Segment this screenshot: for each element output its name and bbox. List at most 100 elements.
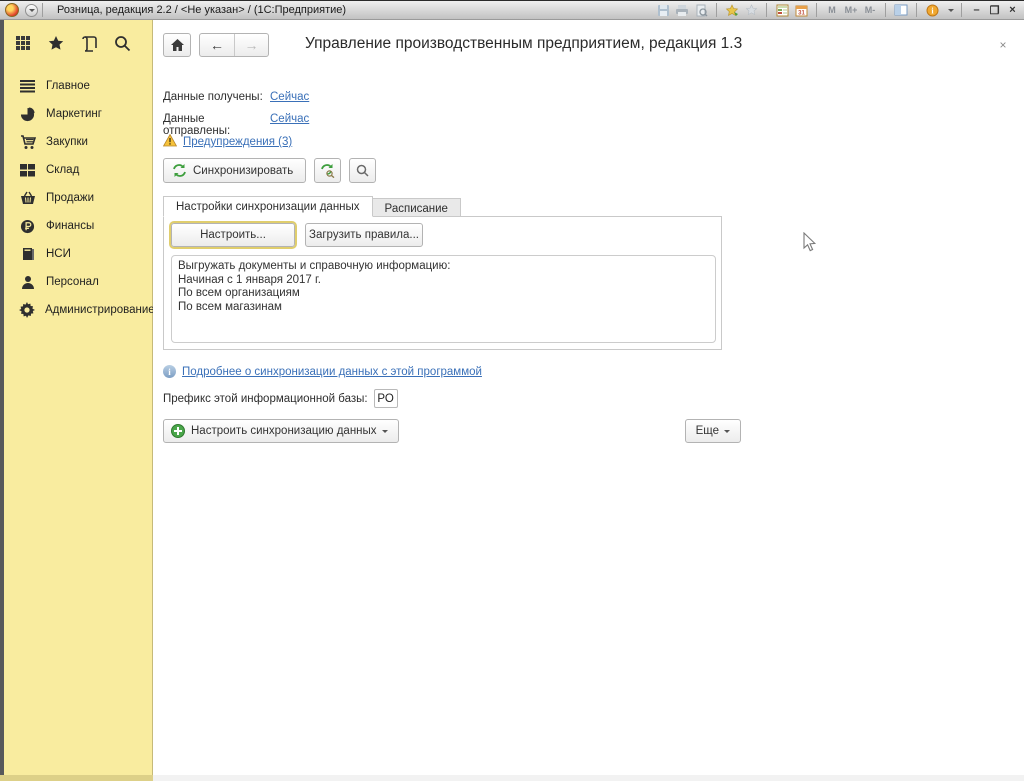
system-menu-dropdown[interactable]: [25, 4, 38, 17]
pie-chart-icon: [19, 106, 36, 123]
history-nav: ← →: [199, 33, 269, 57]
sidebar-item-label: Продажи: [46, 192, 94, 204]
split-window-icon[interactable]: [893, 3, 909, 18]
sidebar-item-label: Главное: [46, 80, 90, 92]
sidebar-item-personal[interactable]: Персонал: [4, 268, 152, 296]
sidebar-item-label: Закупки: [46, 136, 88, 148]
sidebar-item-label: Администрирование: [45, 304, 155, 316]
history-icon[interactable]: [80, 34, 98, 52]
sync-with-review-button[interactable]: [314, 158, 341, 183]
sync-settings-description: Выгружать документы и справочную информа…: [171, 255, 716, 343]
window-title: Розница, редакция 2.2 / <Не указан> / (1…: [57, 4, 346, 16]
sidebar-item-nsi[interactable]: НСИ: [4, 240, 152, 268]
warnings-row: Предупреждения (3): [163, 134, 292, 150]
info-circle-icon: i: [163, 365, 176, 378]
sidebar-menu: Главное Маркетинг Закупки Склад: [4, 64, 152, 324]
data-received-link[interactable]: Сейчас: [270, 91, 309, 103]
sync-details-link[interactable]: Подробнее о синхронизации данных с этой …: [182, 366, 482, 378]
memory-minus-icon[interactable]: M-: [862, 5, 878, 15]
sidebar-item-label: Персонал: [46, 276, 99, 288]
back-button[interactable]: ←: [200, 34, 234, 56]
sections-menu-icon[interactable]: [14, 34, 32, 52]
synchronize-button-label: Синхронизировать: [193, 165, 293, 177]
configure-button[interactable]: Настроить...: [171, 223, 295, 247]
window-bottom-edge-left: [0, 775, 153, 781]
page-close-icon[interactable]: ×: [996, 38, 1010, 52]
search-icon[interactable]: [113, 34, 131, 52]
sync-info-line: По всем организациям: [178, 287, 709, 301]
menu-lines-icon: [19, 78, 36, 95]
sidebar-item-label: Склад: [46, 164, 79, 176]
sidebar-item-sklad[interactable]: Склад: [4, 156, 152, 184]
print-icon[interactable]: [674, 3, 690, 18]
print-preview-icon[interactable]: [693, 3, 709, 18]
search-events-button[interactable]: [349, 158, 376, 183]
favorites-star-icon[interactable]: [47, 34, 65, 52]
setup-sync-button-label: Настроить синхронизацию данных: [191, 425, 377, 437]
sidebar-item-label: НСИ: [46, 248, 71, 260]
memory-plus-icon[interactable]: M+: [843, 5, 859, 15]
sync-review-icon: [320, 164, 335, 178]
more-button-label: Еще: [696, 425, 719, 437]
favorites-icon[interactable]: [743, 3, 759, 18]
info-icon[interactable]: i: [924, 3, 940, 18]
book-icon: [19, 246, 36, 263]
sidebar-item-glavnoe[interactable]: Главное: [4, 72, 152, 100]
bottom-toolbar: Настроить синхронизацию данных Еще: [163, 419, 743, 443]
svg-text:31: 31: [798, 10, 805, 16]
sidebar: Главное Маркетинг Закупки Склад: [4, 20, 153, 775]
page-title: Управление производственным предприятием…: [305, 35, 742, 53]
sync-info-line: Начиная с 1 января 2017 г.: [178, 274, 709, 288]
memory-recall-icon[interactable]: M: [824, 5, 840, 15]
warning-triangle-icon: [163, 134, 177, 150]
window-bottom-edge-right: [153, 775, 1024, 781]
close-button[interactable]: ×: [1005, 3, 1020, 17]
prefix-field[interactable]: РО: [374, 389, 398, 408]
forward-button[interactable]: →: [234, 34, 268, 56]
calendar-icon[interactable]: 31: [793, 3, 809, 18]
home-button[interactable]: [163, 33, 191, 57]
titlebar: Розница, редакция 2.2 / <Не указан> / (1…: [0, 0, 1024, 20]
magnifier-icon: [356, 164, 369, 177]
tab-bar: Настройки синхронизации данных Расписани…: [163, 196, 461, 217]
sync-toolbar: Синхронизировать: [163, 158, 376, 183]
tab-sync-settings[interactable]: Настройки синхронизации данных: [163, 196, 373, 217]
tab-schedule[interactable]: Расписание: [373, 198, 461, 217]
sidebar-item-finansy[interactable]: Финансы: [4, 212, 152, 240]
sidebar-item-zakupki[interactable]: Закупки: [4, 128, 152, 156]
setup-sync-button[interactable]: Настроить синхронизацию данных: [163, 419, 399, 443]
minimize-button[interactable]: –: [969, 3, 984, 17]
person-icon: [19, 274, 36, 291]
load-rules-button[interactable]: Загрузить правила...: [305, 223, 423, 247]
restore-button[interactable]: ❐: [987, 3, 1002, 17]
data-received-label: Данные получены:: [163, 91, 270, 103]
warnings-link[interactable]: Предупреждения (3): [183, 136, 292, 148]
sidebar-item-administrirovanie[interactable]: Администрирование: [4, 296, 152, 324]
app-window: Розница, редакция 2.2 / <Не указан> / (1…: [0, 0, 1024, 781]
sidebar-item-prodazhi[interactable]: Продажи: [4, 184, 152, 212]
save-icon[interactable]: [655, 3, 671, 18]
gear-icon: [19, 302, 35, 319]
add-favorite-icon[interactable]: [724, 3, 740, 18]
sidebar-item-marketing[interactable]: Маркетинг: [4, 100, 152, 128]
show-in-list-icon[interactable]: [774, 3, 790, 18]
data-received-row: Данные получены: Сейчас: [163, 91, 309, 103]
sync-settings-panel: Настроить... Загрузить правила... Выгруж…: [163, 216, 722, 350]
main-content: ← → Управление производственным предприя…: [153, 20, 1024, 775]
dropdown-caret-icon: [724, 430, 730, 436]
1c-app-icon: [5, 3, 19, 17]
warehouse-grid-icon: [19, 162, 36, 179]
basket-icon: [19, 190, 36, 207]
ruble-coin-icon: [19, 218, 36, 235]
dropdown-caret-icon: [382, 430, 388, 436]
cart-icon: [19, 134, 36, 151]
more-button[interactable]: Еще: [685, 419, 741, 443]
synchronize-button[interactable]: Синхронизировать: [163, 158, 306, 183]
sync-info-line: Выгружать документы и справочную информа…: [178, 260, 709, 274]
info-dropdown-caret-icon[interactable]: [948, 9, 954, 15]
prefix-label: Префикс этой информационной базы:: [163, 393, 368, 405]
sync-info-line: По всем магазинам: [178, 301, 709, 315]
sidebar-item-label: Маркетинг: [46, 108, 102, 120]
details-row: i Подробнее о синхронизации данных с это…: [163, 365, 482, 378]
sync-arrows-icon: [172, 164, 187, 177]
